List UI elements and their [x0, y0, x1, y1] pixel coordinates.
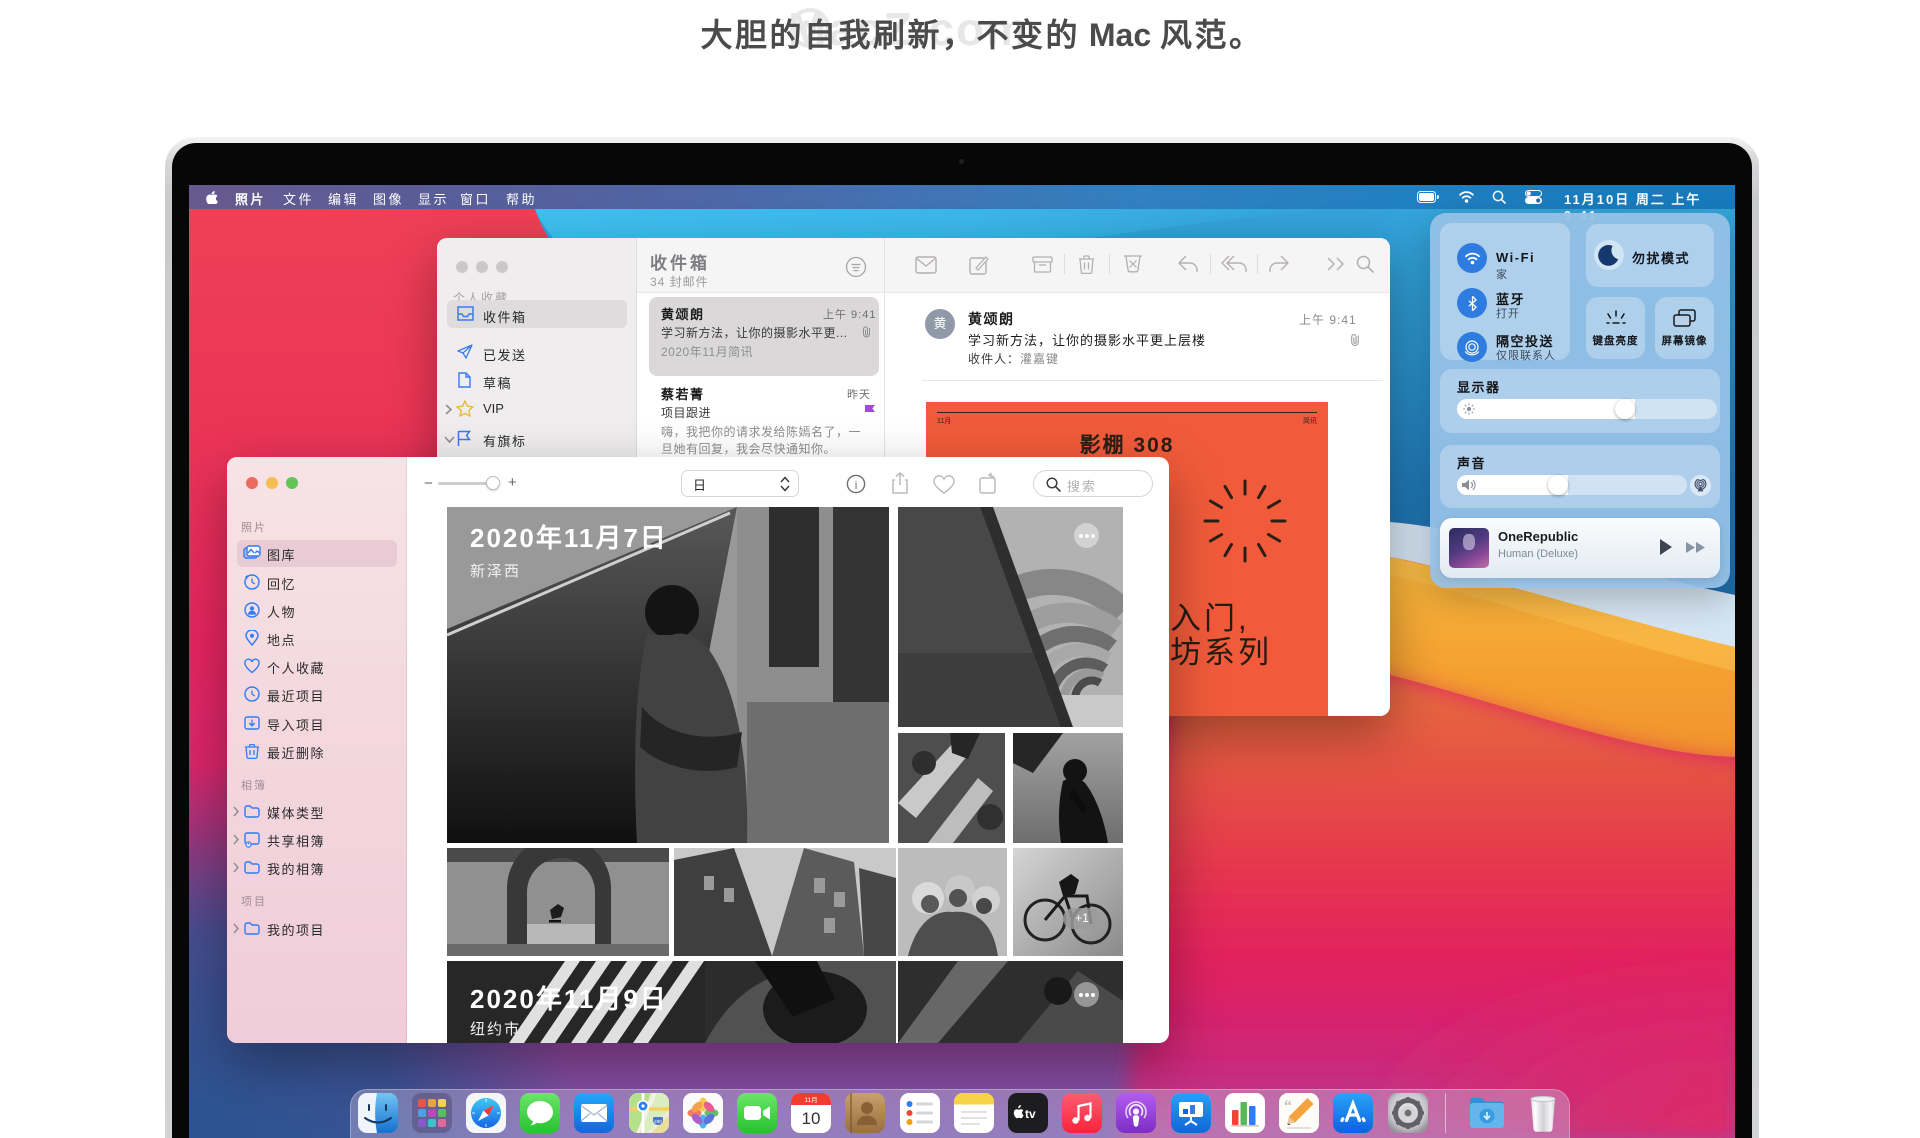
svg-text:280: 280	[654, 1119, 662, 1124]
svg-text:tv: tv	[1025, 1107, 1036, 1121]
svg-text:10: 10	[802, 1109, 821, 1128]
svg-text:“: “	[1284, 1098, 1292, 1115]
svg-text:11月: 11月	[804, 1096, 817, 1104]
svg-text:i: i	[854, 478, 858, 492]
